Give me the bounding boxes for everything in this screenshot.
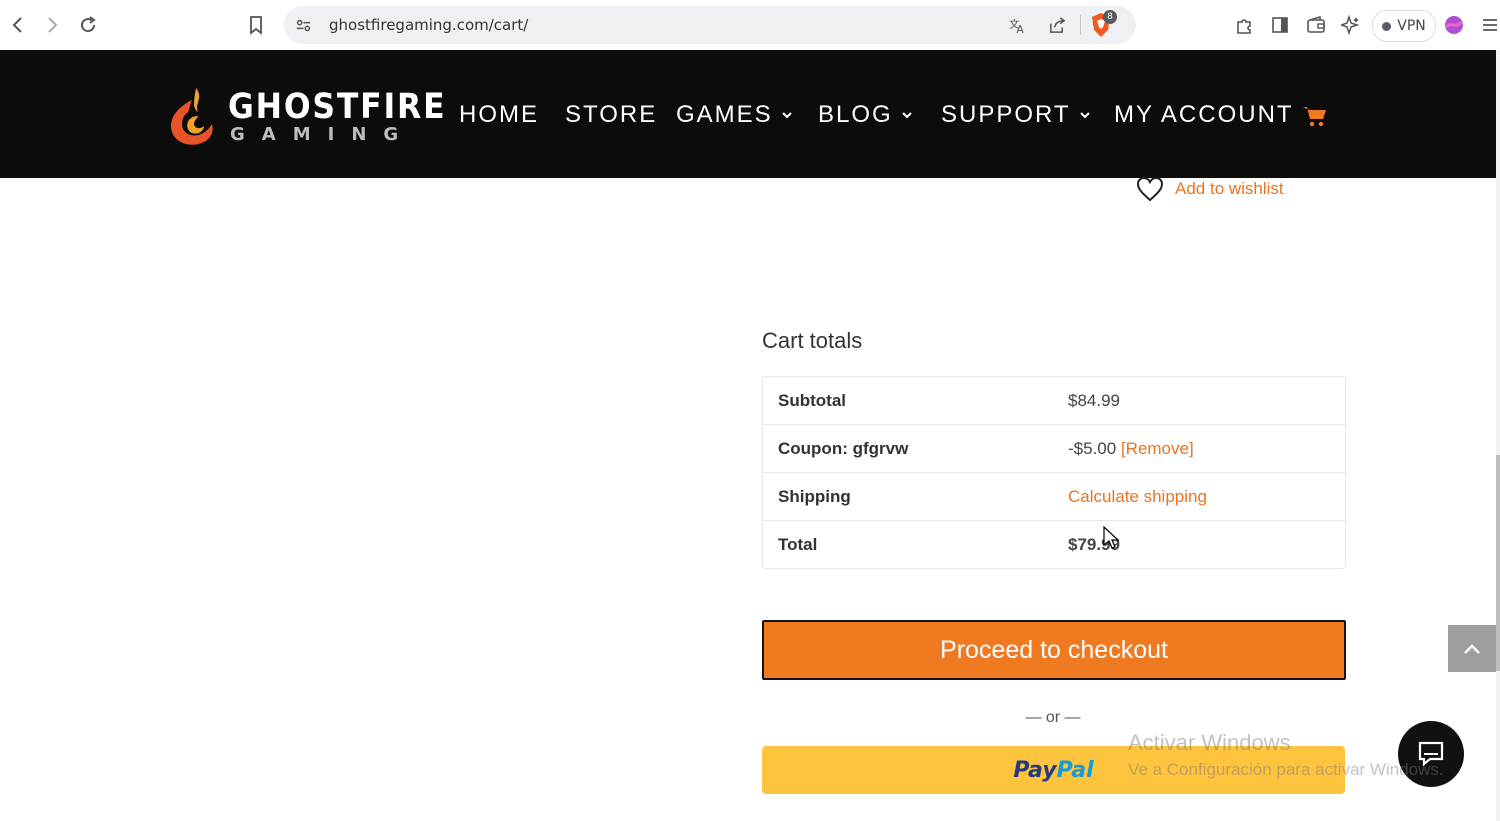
coupon-value: -$5.00: [1068, 439, 1117, 458]
total-label: Total: [778, 535, 818, 554]
bookmark-icon: [250, 16, 262, 35]
nav-support-label: SUPPORT: [941, 101, 1071, 128]
nav-home-label: HOME: [459, 101, 539, 128]
nav-store-label: STORE: [565, 101, 658, 128]
sidebar-icon: [1272, 17, 1288, 33]
menu-button[interactable]: [1476, 10, 1500, 40]
address-bar[interactable]: ghostfiregaming.com/cart/ 文A 8: [284, 6, 1136, 44]
share-icon[interactable]: [1046, 15, 1068, 35]
brave-badge-count: 8: [1103, 10, 1117, 24]
coupon-label: Coupon: gfgrvw: [778, 439, 909, 458]
profile-button[interactable]: [1440, 10, 1468, 40]
wallet-icon: [1307, 15, 1325, 33]
flame-logo-icon: [170, 88, 213, 145]
add-to-wishlist-link[interactable]: Add to wishlist: [1175, 179, 1284, 199]
cart-totals-table: Subtotal $84.99 Coupon: gfgrvw -$5.00 [R…: [762, 376, 1346, 569]
table-row: Subtotal $84.99: [763, 377, 1345, 424]
wallet-button[interactable]: [1302, 10, 1330, 40]
shipping-label: Shipping: [778, 487, 851, 506]
chevron-down-icon: [781, 110, 793, 120]
chevron-down-icon: [901, 110, 913, 120]
chevron-right-icon: [48, 17, 58, 33]
or-separator: — or —: [1025, 709, 1081, 726]
calculate-shipping-link[interactable]: Calculate shipping: [1068, 487, 1207, 507]
proceed-to-checkout-button[interactable]: Proceed to checkout: [762, 620, 1346, 680]
windows-activation-title: Activar Windows: [1128, 730, 1291, 755]
table-row: Total $79.99: [763, 520, 1345, 568]
nav-blog-label: BLOG: [818, 101, 893, 128]
paypal-logo-part1: Pay: [1013, 757, 1057, 783]
paypal-logo: PayPal: [1013, 758, 1093, 783]
extensions-button[interactable]: [1230, 10, 1258, 40]
nav-games[interactable]: GAMES: [676, 100, 793, 130]
scrollbar-thumb[interactable]: [1496, 455, 1500, 671]
chevron-left-icon: [12, 17, 22, 33]
profile-avatar-icon: [1444, 16, 1464, 34]
table-row: Coupon: gfgrvw -$5.00 [Remove]: [763, 424, 1345, 472]
shopping-cart-icon[interactable]: [1302, 104, 1328, 128]
logo-subtitle: GAMING: [230, 124, 416, 145]
sidebar-button[interactable]: [1266, 10, 1294, 40]
subtotal-label: Subtotal: [778, 391, 846, 410]
nav-store[interactable]: STORE: [565, 100, 657, 130]
browser-toolbar: ghostfiregaming.com/cart/ 文A 8 VPN: [0, 0, 1500, 51]
vpn-label: VPN: [1397, 18, 1426, 34]
forward-button[interactable]: [38, 10, 66, 40]
divider: [1080, 15, 1081, 35]
scrollbar[interactable]: [1496, 50, 1500, 821]
nav-support[interactable]: SUPPORT: [941, 100, 1091, 130]
chevron-up-icon: [1464, 643, 1480, 654]
site-settings-icon[interactable]: [292, 15, 314, 35]
puzzle-icon: [1237, 19, 1251, 34]
remove-coupon-link[interactable]: [Remove]: [1121, 439, 1194, 458]
reload-icon: [81, 16, 96, 33]
url-text[interactable]: ghostfiregaming.com/cart/: [329, 16, 528, 34]
back-button[interactable]: [4, 10, 32, 40]
vpn-button[interactable]: VPN: [1372, 10, 1436, 42]
table-row: Shipping Calculate shipping: [763, 472, 1345, 520]
translate-icon[interactable]: 文A: [1006, 15, 1028, 35]
ghostfire-logo[interactable]: GHOSTFIRE GAMING: [166, 86, 445, 150]
sparkle-icon: [1341, 15, 1360, 35]
add-to-wishlist[interactable]: Add to wishlist: [1136, 176, 1284, 202]
paypal-logo-part2: Pal: [1056, 757, 1094, 783]
windows-activation-message: Ve a Configuración para activar Windows.: [1128, 760, 1444, 779]
leo-ai-button[interactable]: [1337, 10, 1365, 40]
reload-button[interactable]: [74, 10, 102, 40]
bookmark-button[interactable]: [242, 10, 270, 40]
site-header: GHOSTFIRE GAMING HOME STORE GAMES BLOG S…: [0, 50, 1496, 178]
vpn-status-dot: [1382, 21, 1392, 31]
nav-blog[interactable]: BLOG: [818, 100, 913, 130]
subtotal-value: $84.99: [1068, 391, 1120, 410]
nav-games-label: GAMES: [676, 101, 773, 128]
mouse-cursor-icon: [1103, 526, 1120, 549]
cart-totals-title: Cart totals: [762, 328, 863, 353]
coupon-value-group: -$5.00 [Remove]: [1068, 439, 1194, 459]
nav-home[interactable]: HOME: [459, 100, 539, 130]
svg-text:A: A: [1016, 24, 1024, 35]
nav-my-account[interactable]: MY ACCOUNT: [1114, 100, 1294, 130]
hamburger-icon: [1483, 19, 1497, 31]
heart-icon: [1136, 176, 1164, 202]
nav-my-account-label: MY ACCOUNT: [1114, 101, 1294, 128]
back-to-top-button[interactable]: [1448, 625, 1496, 672]
chevron-down-icon: [1079, 110, 1091, 120]
logo-wordmark: GHOSTFIRE: [228, 87, 447, 127]
